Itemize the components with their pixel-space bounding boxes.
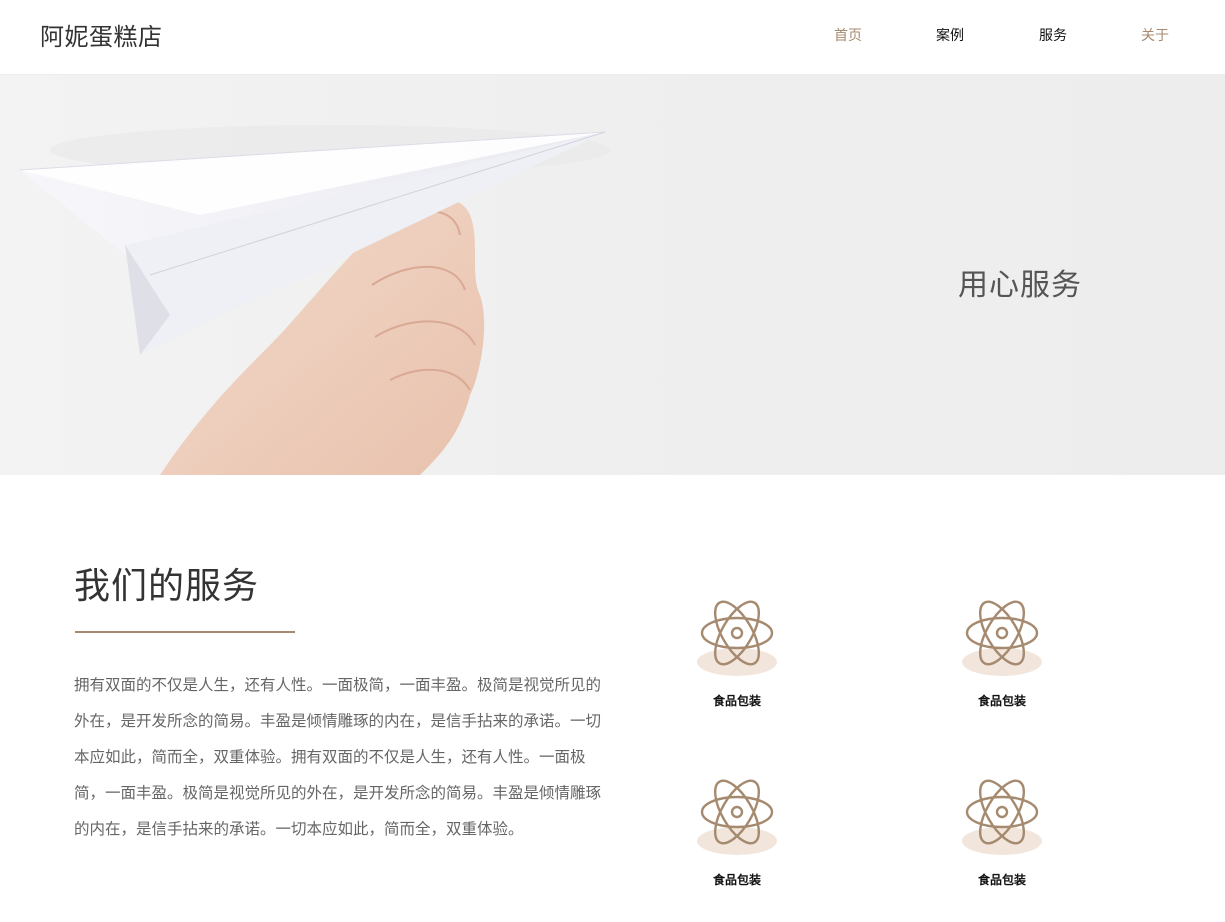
service-item-label: 食品包装 [977, 873, 1026, 887]
services-divider [75, 631, 295, 633]
services-title: 我们的服务 [74, 566, 260, 607]
service-item-label: 食品包装 [712, 694, 761, 708]
nav-home[interactable]: 首页 [818, 25, 878, 45]
atom-icon [697, 600, 777, 676]
hero-title: 用心服务 [958, 268, 1082, 303]
service-item[interactable]: 食品包装 [677, 592, 797, 709]
atom-icon [697, 779, 777, 855]
brand-logo-text[interactable]: 阿妮蛋糕店 [40, 17, 163, 52]
service-item[interactable]: 食品包装 [942, 771, 1062, 888]
nav-about[interactable]: 关于 [1125, 25, 1185, 45]
nav-cases[interactable]: 案例 [920, 25, 980, 45]
nav-services[interactable]: 服务 [1023, 25, 1083, 45]
service-item[interactable]: 食品包装 [942, 592, 1062, 709]
site-header: 阿妮蛋糕店 首页 案例 服务 关于 [0, 0, 1225, 75]
atom-icon [962, 779, 1042, 855]
service-item[interactable]: 食品包装 [677, 771, 797, 888]
service-item-label: 食品包装 [977, 694, 1026, 708]
atom-icon [962, 600, 1042, 676]
services-description: 拥有双面的不仅是人生，还有人性。一面极简，一面丰盈。极简是视觉所见的外在，是开发… [74, 676, 602, 838]
service-item-label: 食品包装 [712, 873, 761, 887]
hero-banner: 用心服务 [0, 75, 1225, 475]
